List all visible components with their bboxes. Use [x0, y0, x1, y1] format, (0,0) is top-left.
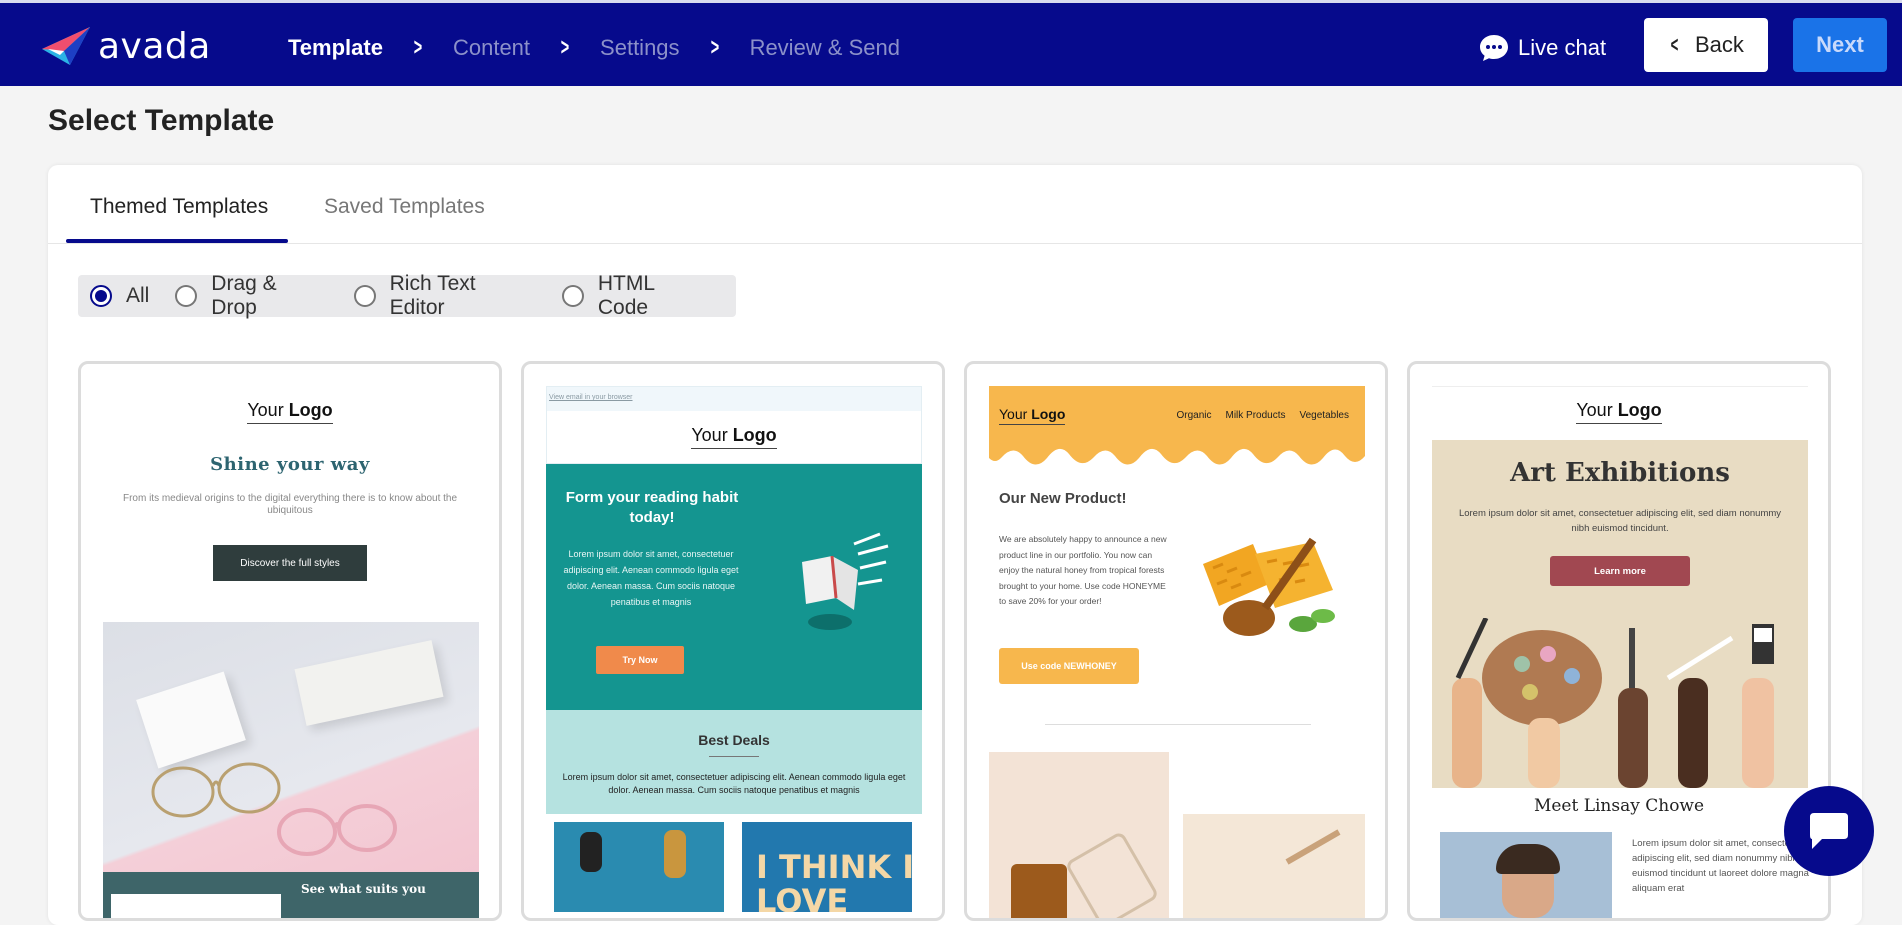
- chat-icon: [1810, 813, 1848, 849]
- deals-section: Best Deals Lorem ipsum dolor sit amet, c…: [546, 710, 922, 814]
- avada-logo-icon: [42, 27, 90, 65]
- live-chat-label: Live chat: [1518, 35, 1607, 60]
- radio-selected-icon: [90, 285, 112, 307]
- card-subheading: Meet Linsay Chowe: [1533, 796, 1705, 816]
- your-logo: Your Logo: [691, 425, 777, 449]
- nav-item: Vegetables: [1299, 410, 1350, 421]
- nav-item: Milk Products: [1225, 410, 1286, 421]
- deals-title: Best Deals: [698, 732, 770, 748]
- honey-jar-image: [989, 752, 1169, 918]
- page-title: Select Template: [48, 104, 275, 137]
- step-content[interactable]: Content: [453, 35, 530, 61]
- flying-book-icon: [802, 532, 889, 630]
- card-cta-button: Learn more: [1550, 556, 1690, 586]
- filter-html-code[interactable]: HTML Code: [561, 272, 710, 320]
- deals-text: Lorem ipsum dolor sit amet, consectetuer…: [562, 772, 906, 795]
- artist-hands-illustration: [1452, 618, 1774, 788]
- card-heading: Our New Product!: [999, 490, 1127, 507]
- chevron-right-icon: >: [413, 34, 423, 61]
- card-text: From its medieval origins to the digital…: [122, 493, 458, 516]
- card-cta-button: Discover the full styles: [213, 545, 367, 581]
- wizard-steps: Template > Content > Settings > Review &…: [288, 34, 900, 62]
- honey-drip-banner: [989, 386, 1365, 465]
- card-heading: Shine your way: [210, 454, 370, 475]
- your-logo: Your Logo: [247, 400, 333, 424]
- chat-bubble-icon: [1480, 35, 1508, 61]
- filter-all[interactable]: All: [90, 284, 149, 308]
- step-settings[interactable]: Settings: [600, 35, 680, 61]
- honeycomb-image: [1203, 537, 1335, 636]
- filter-label: HTML Code: [597, 272, 655, 319]
- book-image: [554, 822, 724, 912]
- card-nav: Organic Milk Products Vegetables: [1176, 410, 1349, 421]
- brand-name: avada: [98, 25, 211, 67]
- back-label: Back: [1694, 32, 1744, 57]
- hero-section: Form your reading habit today! Lorem ips…: [546, 464, 922, 710]
- radio-icon: [175, 285, 198, 307]
- portrait-image: [1440, 832, 1612, 918]
- filter-drag-drop[interactable]: Drag & Drop: [175, 272, 327, 320]
- your-logo: Your Logo: [999, 406, 1066, 425]
- book-cover-image: I THINK I LOVE: [742, 822, 912, 912]
- step-review-send[interactable]: Review & Send: [750, 35, 900, 61]
- top-bar: avada Template > Content > Settings > Re…: [0, 0, 1902, 86]
- card-cta-button: Use code NEWHONEY: [999, 648, 1139, 684]
- radio-icon: [353, 285, 376, 307]
- step-template[interactable]: Template: [288, 35, 383, 61]
- your-logo: Your Logo: [1576, 400, 1662, 424]
- card-text: We are absolutely happy to announce a ne…: [999, 534, 1167, 606]
- filter-label: Drag & Drop: [211, 272, 277, 319]
- card-heading: Form your reading habit today!: [565, 489, 739, 526]
- card-bio: Lorem ipsum dolor sit amet, consectetuer…: [1632, 838, 1809, 894]
- template-card-art[interactable]: Your Logo Art Exhibitions Lorem ipsum do…: [1407, 361, 1831, 921]
- filter-rich-text-editor[interactable]: Rich Text Editor: [353, 272, 536, 320]
- card-footer-banner: See what suits you: [103, 872, 479, 918]
- honey-dipper-image: [1183, 814, 1365, 918]
- template-card-reading[interactable]: View email in your browser Your Logo For…: [521, 361, 945, 921]
- active-tab-indicator: [66, 239, 288, 243]
- chevron-right-icon: >: [710, 34, 719, 61]
- template-tabs: Themed Templates Saved Templates: [48, 165, 1862, 244]
- next-button[interactable]: Next: [1793, 18, 1887, 72]
- editor-type-filter: All Drag & Drop Rich Text Editor HTML Co…: [78, 272, 736, 320]
- card-footer-text: See what suits you: [301, 882, 426, 896]
- template-card-shine[interactable]: Your Logo Shine your way From its mediev…: [78, 361, 502, 921]
- brand-logo[interactable]: avada: [40, 25, 211, 67]
- back-button[interactable]: < Back: [1644, 18, 1768, 72]
- radio-icon: [561, 285, 584, 307]
- live-chat-button[interactable]: Live chat: [1478, 33, 1606, 63]
- art-hero-section: Art Exhibitions Lorem ipsum dolor sit am…: [1432, 440, 1808, 788]
- tab-themed-templates[interactable]: Themed Templates: [90, 195, 268, 219]
- view-in-browser-link: View email in your browser: [549, 394, 633, 401]
- tab-saved-templates[interactable]: Saved Templates: [324, 195, 485, 219]
- next-label: Next: [1816, 32, 1864, 57]
- card-text: Lorem ipsum dolor sit amet, consectetuer…: [1458, 508, 1782, 534]
- card-heading: Art Exhibitions: [1510, 458, 1730, 488]
- filter-label: All: [126, 284, 150, 307]
- book-cover-text: I THINK I LOVE: [756, 848, 912, 912]
- floating-chat-button[interactable]: [1784, 786, 1874, 876]
- nav-item: Organic: [1176, 410, 1212, 421]
- template-panel: Themed Templates Saved Templates All Dra…: [48, 165, 1862, 925]
- card-text: Lorem ipsum dolor sit amet, consectetuer…: [563, 549, 739, 607]
- template-card-honey[interactable]: Your Logo Organic Milk Products Vegetabl…: [964, 361, 1388, 921]
- chevron-right-icon: >: [560, 34, 570, 61]
- chevron-left-icon: <: [1670, 32, 1679, 57]
- filter-label: Rich Text Editor: [389, 272, 476, 319]
- card-cta-button: Try Now: [596, 646, 684, 674]
